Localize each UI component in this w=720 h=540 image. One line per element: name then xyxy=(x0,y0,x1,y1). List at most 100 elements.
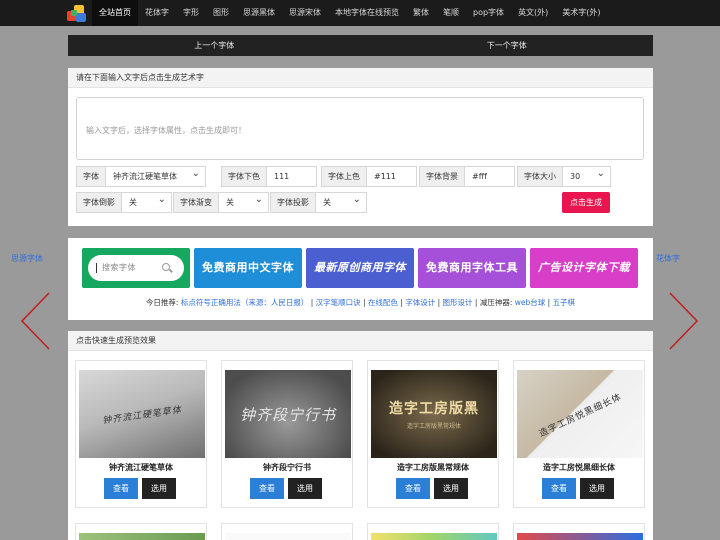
top-nav: 全站首页 花体字 字形 图形 思源黑体 思源宋体 本地字体在线预览 繁体 笔顺 … xyxy=(0,0,720,26)
font-card-name: 钟齐段宁行书 xyxy=(263,463,311,472)
gradient-value[interactable]: 关 xyxy=(219,190,268,212)
banner-panel: 搜索字体 免费商用中文字体 最新原创商用字体 免费商用字体工具 广告设计字体下载… xyxy=(68,238,653,320)
preview-sample: 钟齐段宁行书 xyxy=(239,405,336,424)
recommend-link-color[interactable]: 在线配色 xyxy=(368,298,398,307)
banner-ad-design-fonts[interactable]: 广告设计字体下载 xyxy=(530,248,638,288)
font-label: 字体 xyxy=(77,167,106,186)
nav-item-source-han-serif[interactable]: 思源宋体 xyxy=(282,0,328,26)
site-logo-icon[interactable] xyxy=(66,3,88,23)
preview-sample: 造字工房悦黑细长体 xyxy=(537,391,624,439)
font-card-name: 钟齐流江硬笔草体 xyxy=(109,463,173,472)
pager-bar: 上一个字体 下一个字体 xyxy=(68,35,653,56)
font-select[interactable]: 字体 钟齐流江硬笔草体 xyxy=(76,164,206,187)
nav-item-fancy[interactable]: 花体字 xyxy=(138,0,176,26)
font-preview-image[interactable]: 钟齐流江硬笔草体 xyxy=(79,370,205,458)
preview-heading: 点击快速生成预览效果 xyxy=(68,331,653,351)
nav-item-home[interactable]: 全站首页 xyxy=(92,0,138,26)
recommend-link-graphic-design[interactable]: 图形设计 xyxy=(443,298,473,307)
font-preview-image[interactable] xyxy=(371,533,497,540)
font-card-name: 造字工房版黑常规体 xyxy=(397,463,469,472)
gradient-select[interactable]: 字体渐变 关 xyxy=(173,190,269,213)
size-select[interactable]: 字体大小 30 xyxy=(517,164,611,187)
generator-heading: 请在下面输入文字后点击生成艺术字 xyxy=(68,68,653,88)
font-card xyxy=(221,523,353,540)
banner-free-chinese-fonts[interactable]: 免费商用中文字体 xyxy=(194,248,302,288)
font-preview-image[interactable] xyxy=(517,533,643,540)
next-font-link[interactable]: 下一个字体 xyxy=(361,35,654,56)
view-button[interactable]: 查看 xyxy=(542,478,576,499)
font-preview-image[interactable]: 造字工房版黑 造字工房版黑常规体 xyxy=(371,370,497,458)
projection-select[interactable]: 字体投影 关 xyxy=(270,190,367,213)
search-placeholder: 搜索字体 xyxy=(102,263,136,272)
preview-sample: 钟齐流江硬笔草体 xyxy=(101,404,183,427)
preview-panel: 点击快速生成预览效果 钟齐流江硬笔草体 钟齐流江硬笔草体 查看 选用 钟齐段宁行… xyxy=(68,331,653,540)
recommend-prefix: 今日推荐: xyxy=(145,298,179,307)
top-color-field[interactable]: 字体上色 #111 xyxy=(321,166,417,187)
font-preview-image[interactable] xyxy=(225,533,351,540)
preview-sample-sub: 造字工房版黑常规体 xyxy=(406,423,461,430)
font-preview-image[interactable]: 造字工房悦黑细长体 xyxy=(517,370,643,458)
projection-label: 字体投影 xyxy=(271,193,316,212)
recommend-link-stroke-rhyme[interactable]: 汉字笔顺口诀 xyxy=(316,298,361,307)
preview-sample: 造字工房版黑 xyxy=(389,401,479,417)
nav-item-english[interactable]: 英文(外) xyxy=(511,0,555,26)
side-link-left[interactable]: 思源字体 xyxy=(11,253,43,264)
side-link-right[interactable]: 花体字 xyxy=(656,253,680,264)
view-button[interactable]: 查看 xyxy=(104,478,138,499)
generate-button[interactable]: 点击生成 xyxy=(562,192,610,213)
background-field[interactable]: 字体背景 #fff xyxy=(419,166,515,187)
shadow-select[interactable]: 字体倒影 关 xyxy=(76,190,172,213)
nav-item-pop[interactable]: pop字体 xyxy=(466,0,511,26)
select-button[interactable]: 选用 xyxy=(580,478,614,499)
background-label: 字体背景 xyxy=(420,167,465,186)
projection-value[interactable]: 关 xyxy=(316,190,366,212)
font-card: 造字工房悦黑细长体 造字工房悦黑细长体 查看 选用 xyxy=(513,360,645,508)
recommend-link-billiards[interactable]: web台球 xyxy=(515,298,546,307)
nav-item-stroke-order[interactable]: 笔顺 xyxy=(436,0,466,26)
top-color-value[interactable]: #111 xyxy=(367,167,416,186)
select-button[interactable]: 选用 xyxy=(142,478,176,499)
recommend-link-gomoku[interactable]: 五子棋 xyxy=(553,298,576,307)
nav-item-traditional[interactable]: 繁体 xyxy=(406,0,436,26)
banner-free-font-tools[interactable]: 免费商用字体工具 xyxy=(418,248,526,288)
nav-item-glyph[interactable]: 字形 xyxy=(176,0,206,26)
background-value[interactable]: #fff xyxy=(465,167,514,186)
shadow-value[interactable]: 关 xyxy=(122,190,171,212)
font-card: 钟齐流江硬笔草体 钟齐流江硬笔草体 查看 选用 xyxy=(75,360,207,508)
nav-item-art[interactable]: 美术字(外) xyxy=(555,0,607,26)
view-button[interactable]: 查看 xyxy=(250,478,284,499)
gradient-label: 字体渐变 xyxy=(174,193,219,212)
recommend-line: 今日推荐: 标点符号正确用法（来源：人民日报） | 汉字笔顺口诀 | 在线配色 … xyxy=(145,298,576,307)
font-card: 钟齐段宁行书 钟齐段宁行书 查看 选用 xyxy=(221,360,353,508)
size-label: 字体大小 xyxy=(518,167,563,186)
font-card xyxy=(75,523,207,540)
search-icon[interactable] xyxy=(162,263,170,271)
text-input[interactable]: 输入文字后，选择字体属性，点击生成即可！ xyxy=(76,97,644,160)
bottom-color-field[interactable]: 字体下色 111 xyxy=(221,166,317,187)
bottom-color-label: 字体下色 xyxy=(222,167,267,186)
size-value[interactable]: 30 xyxy=(563,164,610,186)
nav-item-source-han-sans[interactable]: 思源黑体 xyxy=(236,0,282,26)
banner-new-original-fonts[interactable]: 最新原创商用字体 xyxy=(306,248,414,288)
nav-item-local-preview[interactable]: 本地字体在线预览 xyxy=(328,0,406,26)
search-banner: 搜索字体 xyxy=(82,248,190,288)
select-button[interactable]: 选用 xyxy=(288,478,322,499)
font-card xyxy=(513,523,645,540)
font-preview-image[interactable]: 钟齐段宁行书 xyxy=(225,370,351,458)
prev-arrow-icon[interactable] xyxy=(20,292,50,350)
font-search-input[interactable]: 搜索字体 xyxy=(88,255,184,281)
shadow-label: 字体倒影 xyxy=(77,193,122,212)
font-value[interactable]: 钟齐流江硬笔草体 xyxy=(106,164,205,186)
view-button[interactable]: 查看 xyxy=(396,478,430,499)
next-arrow-icon[interactable] xyxy=(669,292,699,350)
font-card: 造字工房版黑 造字工房版黑常规体 造字工房版黑常规体 查看 选用 xyxy=(367,360,499,508)
font-card xyxy=(367,523,499,540)
bottom-color-value[interactable]: 111 xyxy=(267,167,316,186)
font-card-name: 造字工房悦黑细长体 xyxy=(543,463,615,472)
font-preview-image[interactable] xyxy=(79,533,205,540)
recommend-link-punctuation[interactable]: 标点符号正确用法（来源：人民日报） xyxy=(181,298,309,307)
recommend-link-font-design[interactable]: 字体设计 xyxy=(405,298,435,307)
prev-font-link[interactable]: 上一个字体 xyxy=(68,35,361,56)
select-button[interactable]: 选用 xyxy=(434,478,468,499)
nav-item-graphic[interactable]: 图形 xyxy=(206,0,236,26)
